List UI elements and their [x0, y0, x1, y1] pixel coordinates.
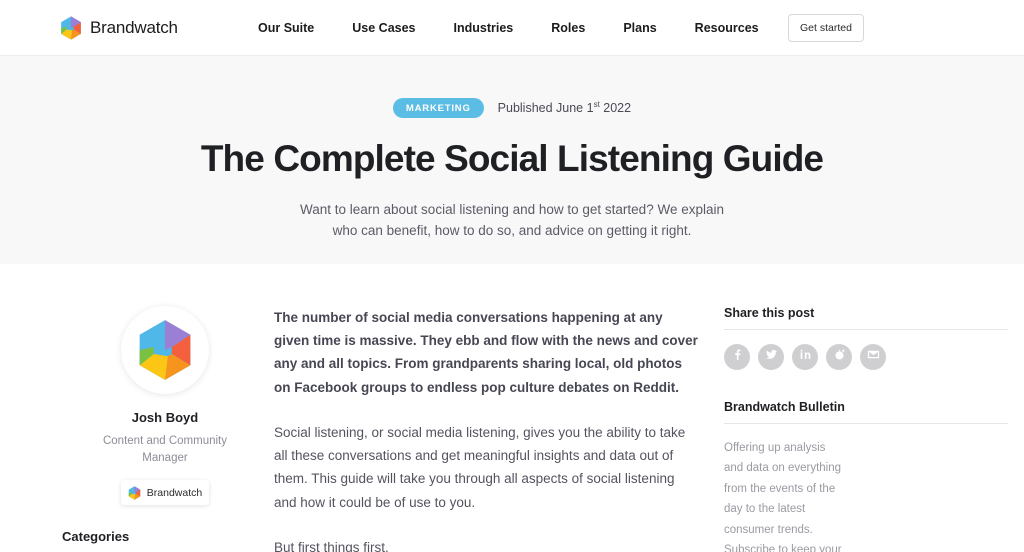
brandwatch-hexagon-logo-icon [128, 486, 141, 500]
category-badge-marketing[interactable]: MARKETING [392, 98, 484, 118]
author-role: Content and Community Manager [102, 435, 227, 464]
linkedin-icon [798, 347, 813, 367]
right-sidebar: Share this post Brandwatch Bulletin Offe… [698, 306, 1008, 552]
get-started-button[interactable]: Get started [788, 13, 864, 42]
article-text-column: The number of social media conversations… [268, 306, 698, 552]
nav-item-roles[interactable]: Roles [551, 21, 585, 35]
article-hero-section: MARKETING Published June 1st 2022 The Co… [0, 56, 1024, 264]
share-buttons-row [724, 344, 1008, 370]
published-date-year: 2022 [599, 101, 632, 116]
brandwatch-hexagon-logo-icon [60, 15, 82, 40]
published-date-prefix: Published June 1 [497, 101, 594, 116]
page-title: The Complete Social Listening Guide [200, 138, 824, 179]
bulletin-description: Offering up analysis and data on everyth… [724, 442, 842, 552]
article-body-region: Josh Boyd Content and Community Manager … [0, 264, 1024, 552]
share-heading: Share this post [724, 306, 1008, 330]
article-lead-paragraph: The number of social media conversations… [274, 310, 698, 395]
reddit-icon [832, 347, 847, 367]
author-sidebar: Josh Boyd Content and Community Manager … [0, 306, 268, 552]
author-avatar [121, 306, 209, 394]
share-linkedin-button[interactable] [792, 344, 818, 370]
brand-logo-link[interactable]: Brandwatch [60, 15, 178, 40]
top-navigation-bar: Brandwatch Our Suite Use Cases Industrie… [0, 0, 1024, 56]
primary-nav-links: Our Suite Use Cases Industries Roles Pla… [258, 21, 759, 35]
share-twitter-button[interactable] [758, 344, 784, 370]
nav-item-industries[interactable]: Industries [454, 21, 514, 35]
share-facebook-button[interactable] [724, 344, 750, 370]
nav-item-plans[interactable]: Plans [623, 21, 656, 35]
article-paragraph-3: But first things first. [274, 539, 389, 552]
email-icon [866, 347, 881, 367]
bulletin-heading: Brandwatch Bulletin [724, 400, 1008, 424]
twitter-icon [764, 347, 779, 367]
author-name: Josh Boyd [131, 410, 199, 425]
nav-item-use-cases[interactable]: Use Cases [352, 21, 415, 35]
nav-item-our-suite[interactable]: Our Suite [258, 21, 314, 35]
author-company-label: Brandwatch [146, 486, 203, 499]
categories-heading: Categories [62, 529, 130, 545]
published-date: Published June 1st 2022 [498, 100, 631, 115]
brand-name-label: Brandwatch [90, 17, 178, 37]
author-company-chip[interactable]: Brandwatch [121, 480, 209, 506]
share-email-button[interactable] [860, 344, 886, 370]
share-reddit-button[interactable] [826, 344, 852, 370]
brandwatch-hexagon-avatar-icon [136, 319, 194, 381]
page-subtitle: Want to learn about social listening and… [299, 201, 724, 239]
article-meta-row: MARKETING Published June 1st 2022 [0, 98, 1024, 118]
nav-item-resources[interactable]: Resources [695, 21, 759, 35]
article-paragraph-2: Social listening, or social media listen… [274, 424, 686, 510]
facebook-icon [730, 347, 745, 367]
